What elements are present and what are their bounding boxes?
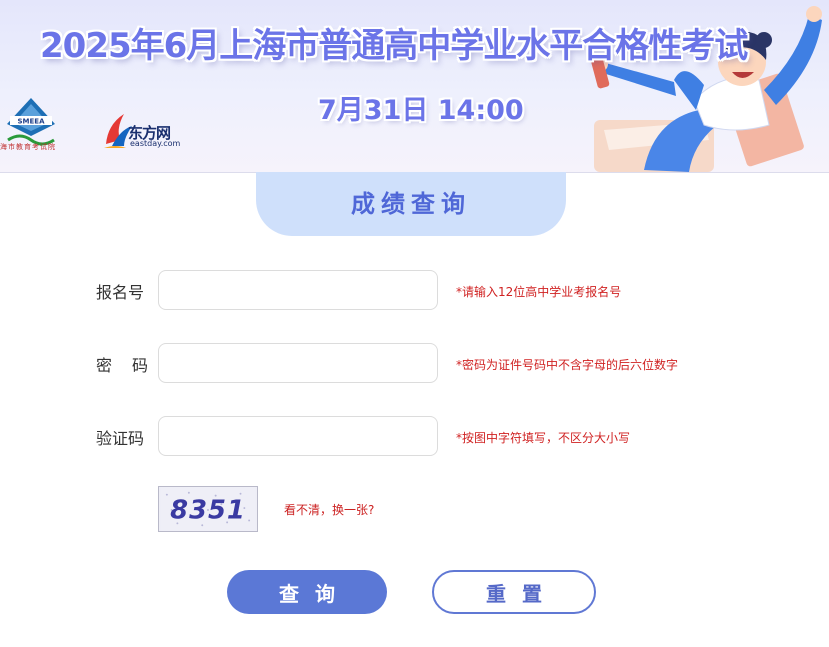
- registration-number-hint: *请输入12位高中学业考报名号: [456, 285, 622, 299]
- captcha-input[interactable]: [158, 416, 438, 456]
- registration-number-label: 报名号: [96, 283, 145, 302]
- smeea-caption: 海市教育考试院: [0, 143, 56, 151]
- captcha-hint: *按图中字符填写，不区分大小写: [456, 431, 631, 445]
- tab-title: 成绩查询: [351, 190, 471, 218]
- tab-score-query: 成绩查询: [256, 172, 566, 236]
- registration-number-input[interactable]: [158, 270, 438, 310]
- captcha-label: 验证码: [96, 429, 145, 448]
- password-input[interactable]: [158, 343, 438, 383]
- svg-text:SMEEA: SMEEA: [18, 118, 46, 126]
- eastday-url: eastday.com: [130, 139, 181, 148]
- query-button[interactable]: 查询: [227, 570, 387, 614]
- captcha-refresh-link[interactable]: 看不清，换一张?: [284, 501, 374, 518]
- captcha-text: 8351: [170, 496, 246, 526]
- exam-title: 2025年6月上海市普通高中学业水平合格性考试: [40, 26, 748, 66]
- reset-button[interactable]: 重置: [432, 570, 596, 614]
- header-banner: 2025年6月上海市普通高中学业水平合格性考试 7月31日 14:00 SMEE…: [0, 0, 829, 173]
- exam-date: 7月31日 14:00: [318, 95, 524, 126]
- captcha-image[interactable]: 8351: [158, 486, 258, 532]
- password-hint: *密码为证件号码中不含字母的后六位数字: [456, 358, 679, 372]
